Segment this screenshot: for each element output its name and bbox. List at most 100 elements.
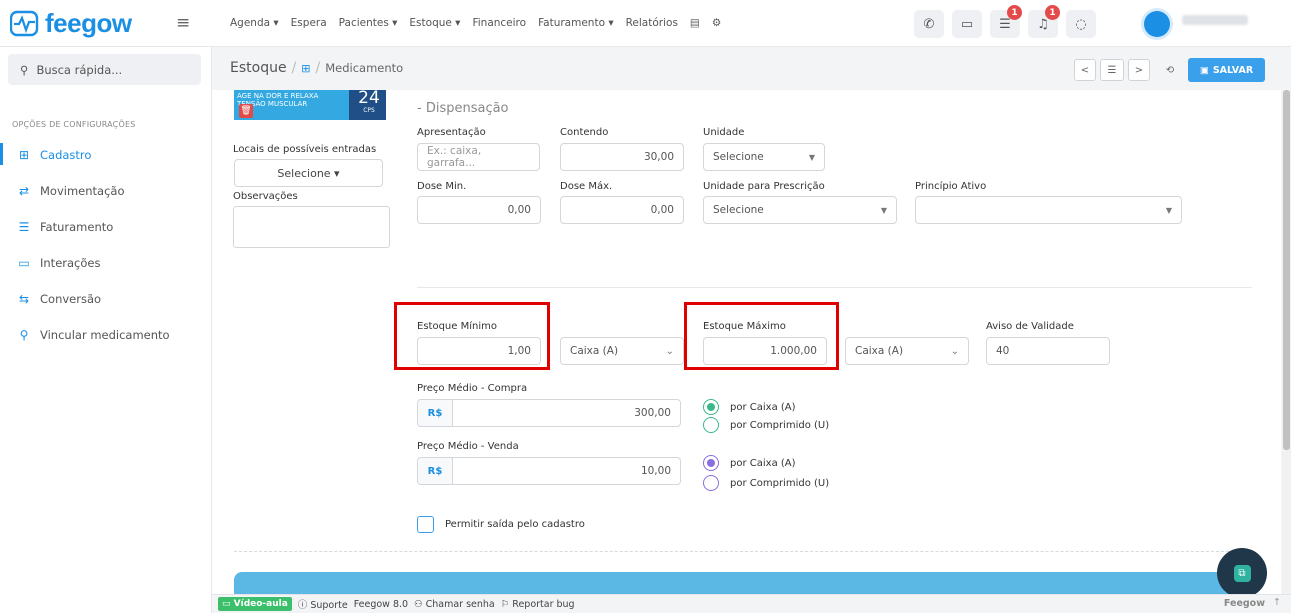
- sidebar-item-cadastro[interactable]: ⊞ Cadastro: [17, 148, 91, 162]
- venda-radio-comprimido[interactable]: por Comprimido (U): [703, 475, 829, 491]
- sidebar-item-faturamento[interactable]: ☰ Faturamento: [17, 220, 114, 234]
- contendo-input[interactable]: 30,00: [560, 143, 684, 171]
- reportar-bug-link[interactable]: ⚐ Reportar bug: [501, 599, 575, 610]
- estoque-maximo-input[interactable]: 1.000,00: [703, 337, 827, 365]
- feegow-logo[interactable]: feegow: [10, 8, 132, 39]
- save-button[interactable]: ▣ SALVAR: [1188, 58, 1265, 82]
- suporte-link[interactable]: ⓘ Suporte: [298, 597, 348, 611]
- observacoes-label: Observações: [233, 191, 298, 202]
- nav-espera[interactable]: Espera: [291, 17, 327, 29]
- nav-financeiro[interactable]: Financeiro: [472, 17, 526, 29]
- permitir-saida-checkbox[interactable]: Permitir saída pelo cadastro: [417, 516, 585, 533]
- collapsed-panel-header[interactable]: [234, 572, 1254, 594]
- apresentacao-label: Apresentação: [417, 127, 486, 138]
- video-aula-button[interactable]: ▭ Vídeo-aula: [218, 597, 292, 611]
- estoque-maximo-unit-select[interactable]: Caixa (A) ⌄: [845, 337, 969, 365]
- scroll-up-icon[interactable]: ↑: [1273, 597, 1281, 608]
- compra-radio-comprimido[interactable]: por Comprimido (U): [703, 417, 829, 433]
- principio-ativo-select[interactable]: ▼: [915, 196, 1182, 224]
- product-image-number: 24: [358, 90, 380, 108]
- section-divider: [417, 287, 1252, 288]
- inbox-icon[interactable]: ▭: [952, 10, 982, 38]
- estoque-minimo-input[interactable]: 1,00: [417, 337, 541, 365]
- search-input[interactable]: ⚲ Busca rápida...: [8, 54, 201, 85]
- currency-prefix: R$: [418, 458, 453, 484]
- main-nav: Agenda ▾ Espera Pacientes ▾ Estoque ▾ Fi…: [230, 17, 721, 29]
- preco-compra-value: 300,00: [634, 407, 671, 419]
- dose-min-input[interactable]: 0,00: [417, 196, 541, 224]
- sidebar-item-conversao[interactable]: ⇆ Conversão: [17, 292, 101, 306]
- unidade-value: Selecione: [713, 151, 764, 163]
- chevron-down-icon: ⌄: [950, 345, 959, 357]
- screen-share-icon: ⧉: [1233, 564, 1251, 582]
- list-button[interactable]: ☰: [1100, 59, 1124, 81]
- estoque-minimo-unit-value: Caixa (A): [570, 345, 619, 357]
- sidebar-item-vincular[interactable]: ⚲ Vincular medicamento: [17, 328, 170, 342]
- tasks-icon[interactable]: ☰ 1: [990, 5, 1022, 38]
- history-icon[interactable]: ⟲: [1159, 59, 1181, 81]
- aviso-validade-input[interactable]: 40: [986, 337, 1110, 365]
- sidebar-item-label: Interações: [40, 256, 101, 270]
- estoque-maximo-label: Estoque Máximo: [703, 321, 786, 332]
- bell-icon[interactable]: ♫ 1: [1028, 5, 1060, 38]
- dose-max-input[interactable]: 0,00: [560, 196, 684, 224]
- preco-compra-label: Preço Médio - Compra: [417, 383, 528, 394]
- add-box-icon: ⊞: [18, 148, 30, 162]
- sidebar-item-label: Faturamento: [40, 220, 114, 234]
- dose-min-label: Dose Min.: [417, 181, 467, 192]
- nav-faturamento[interactable]: Faturamento ▾: [538, 17, 614, 29]
- locais-select[interactable]: Selecione ▾: [234, 159, 383, 187]
- save-icon: ▣: [1199, 64, 1209, 76]
- nav-estoque[interactable]: Estoque ▾: [409, 17, 460, 29]
- estoque-minimo-label: Estoque Mínimo: [417, 321, 497, 332]
- nav-pacientes[interactable]: Pacientes ▾: [339, 17, 398, 29]
- sidebar-item-movimentacao[interactable]: ⇄ Movimentação: [17, 184, 125, 198]
- breadcrumb-root[interactable]: Estoque: [230, 60, 287, 76]
- sidebar-section-title: OPÇÕES DE CONFIGURAÇÕES: [12, 120, 136, 129]
- product-image: AGE NA DOR E RELAXA TENSÃO MUSCULAR 🗑 24…: [234, 90, 386, 120]
- preco-compra-input[interactable]: R$ 300,00: [417, 399, 681, 427]
- dose-max-label: Dose Máx.: [560, 181, 613, 192]
- checkbox-label: Permitir saída pelo cadastro: [445, 519, 585, 530]
- menu-toggle-icon[interactable]: ≡: [176, 13, 190, 33]
- compra-radio-caixa[interactable]: por Caixa (A): [703, 399, 796, 415]
- unidade-prescricao-select[interactable]: Selecione ▼: [703, 196, 897, 224]
- main-content: AGE NA DOR E RELAXA TENSÃO MUSCULAR 🗑 24…: [212, 90, 1281, 594]
- sidebar-item-interacoes[interactable]: ▭ Interações: [17, 256, 100, 270]
- venda-radio-caixa[interactable]: por Caixa (A): [703, 455, 796, 471]
- footer-bar: ▭ Vídeo-aula ⓘ Suporte Feegow 8.0 ⚇ Cham…: [212, 594, 1291, 613]
- observacoes-textarea[interactable]: [233, 206, 390, 248]
- preco-venda-value: 10,00: [640, 465, 671, 477]
- next-button[interactable]: >: [1128, 59, 1150, 81]
- link-icon: ⚲: [19, 328, 29, 342]
- chat-icon[interactable]: ◌: [1066, 10, 1096, 38]
- trash-icon[interactable]: 🗑: [239, 104, 253, 118]
- locais-label: Locais de possíveis entradas: [233, 144, 377, 155]
- apresentacao-input[interactable]: Ex.: caixa, garrafa...: [417, 143, 540, 171]
- preco-venda-input[interactable]: R$ 10,00: [417, 457, 681, 485]
- username-blurred[interactable]: [1182, 15, 1248, 25]
- nav-relatorios[interactable]: Relatórios: [626, 17, 678, 29]
- chevron-down-icon: ▼: [880, 205, 887, 215]
- sidebar-item-label: Vincular medicamento: [40, 328, 170, 342]
- chevron-down-icon: ⌄: [665, 345, 674, 357]
- sidebar-item-label: Conversão: [40, 292, 102, 306]
- scrollbar-thumb[interactable]: [1283, 90, 1290, 450]
- nav-agenda[interactable]: Agenda ▾: [230, 17, 279, 29]
- phone-icon[interactable]: ✆: [914, 10, 944, 38]
- sidebar-item-label: Cadastro: [40, 148, 92, 162]
- avatar[interactable]: [1144, 11, 1170, 37]
- logo-text: feegow: [45, 8, 132, 38]
- prev-button[interactable]: <: [1074, 59, 1096, 81]
- estoque-minimo-unit-select[interactable]: Caixa (A) ⌄: [560, 337, 684, 365]
- database-icon[interactable]: ▤: [690, 17, 700, 29]
- currency-prefix: R$: [418, 400, 453, 426]
- scrollbar[interactable]: [1282, 90, 1291, 594]
- settings-icon[interactable]: ⚙: [712, 17, 721, 29]
- unidade-select[interactable]: Selecione ▼: [703, 143, 825, 171]
- estoque-maximo-unit-value: Caixa (A): [855, 345, 904, 357]
- chevron-down-icon: ▼: [1165, 205, 1172, 215]
- radio-label: por Caixa (A): [730, 457, 796, 469]
- chamar-senha-link[interactable]: ⚇ Chamar senha: [414, 599, 495, 610]
- floating-action-button[interactable]: ⧉: [1217, 548, 1267, 598]
